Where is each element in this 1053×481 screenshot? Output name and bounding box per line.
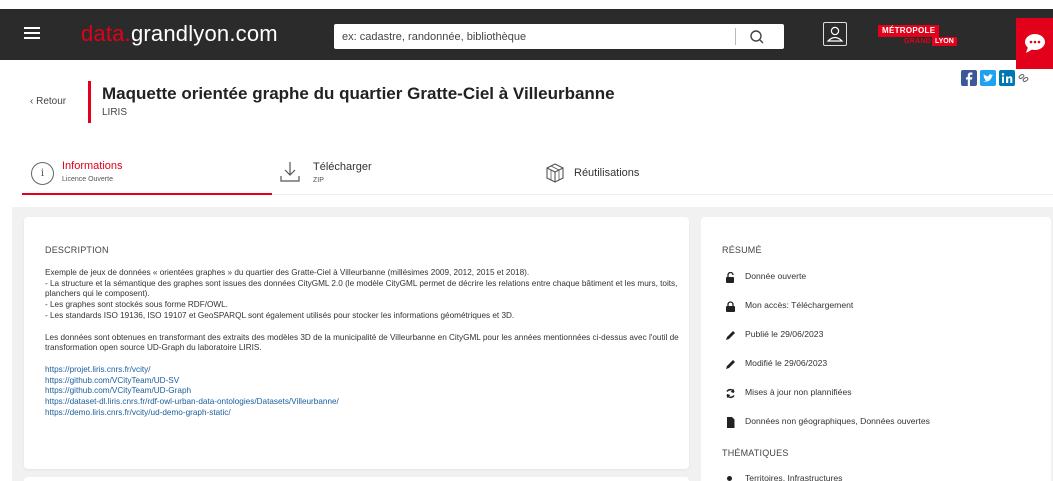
download-icon [280, 162, 300, 182]
chat-icon[interactable] [1016, 18, 1053, 69]
user-icon[interactable] [823, 22, 847, 46]
share-buttons [961, 70, 1030, 86]
logo-text: grandlyon.com [130, 21, 278, 46]
description-link[interactable]: https://dataset-dl.liris.cnrs.fr/rdf-owl… [45, 397, 685, 408]
description-link[interactable]: https://demo.liris.cnrs.fr/vcity/ud-demo… [45, 408, 685, 419]
description-paragraph: Les données sont obtenues en transforman… [45, 332, 679, 353]
description-paragraph: - Les graphes sont stockés sous forme RD… [45, 300, 228, 310]
tab-bar: i Informations Licence Ouverte Télécharg… [22, 152, 1053, 195]
tab-reutilisations[interactable]: Réutilisations [542, 152, 742, 195]
search-bar [334, 24, 784, 49]
producer-name: LIRIS [102, 107, 128, 118]
refresh-icon [726, 388, 735, 399]
summary-item: Modifié le 29/06/2023 [722, 358, 1042, 387]
back-link[interactable]: ‹ Retour [30, 96, 66, 107]
pencil-icon [726, 360, 735, 369]
summary-list: Donnée ouverte Mon accès: Téléchargement… [722, 271, 1042, 445]
description-link[interactable]: https://github.com/VCityTeam/UD-SV [45, 376, 685, 387]
menu-icon[interactable] [24, 27, 40, 41]
twitter-icon[interactable] [980, 70, 996, 86]
description-paragraph: Exemple de jeux de données « orientées g… [45, 268, 530, 277]
top-navbar: data.grandlyon.com MÉTROPOLE GRAND LYON [0, 9, 1053, 69]
back-label: Retour [36, 96, 67, 107]
tab-sublabel: Licence Ouverte [62, 176, 113, 183]
search-divider [735, 28, 736, 45]
tab-telecharger[interactable]: Télécharger ZIP [277, 152, 477, 195]
site-logo[interactable]: data.grandlyon.com [81, 21, 278, 47]
info-icon: i [31, 162, 54, 185]
summary-item-text: Mises à jour non plannifiées [745, 387, 852, 397]
tab-informations[interactable]: i Informations Licence Ouverte [22, 152, 272, 195]
content-area: DESCRIPTION Exemple de jeux de données «… [12, 207, 1053, 481]
tab-label: Réutilisations [574, 167, 640, 179]
cube-icon [546, 163, 564, 183]
summary-heading: RÉSUMÉ [722, 245, 762, 255]
description-heading: DESCRIPTION [45, 245, 109, 255]
file-icon [727, 417, 735, 428]
description-link[interactable]: https://projet.liris.cnrs.fr/vcity/ [45, 365, 685, 376]
summary-item: Donnée ouverte [722, 271, 1042, 300]
linkedin-icon[interactable] [999, 70, 1015, 86]
description-link[interactable]: https://github.com/VCityTeam/UD-Graph [45, 386, 685, 397]
tab-label: Télécharger [313, 161, 372, 173]
metro-line2: GRAND [904, 38, 932, 45]
metropole-logo[interactable]: MÉTROPOLE GRAND LYON [878, 25, 958, 55]
page-title: Maquette orientée graphe du quartier Gra… [102, 84, 615, 103]
description-card: DESCRIPTION Exemple de jeux de données «… [24, 217, 689, 469]
description-body: Exemple de jeux de données « orientées g… [45, 268, 685, 418]
summary-item: Données non géographiques, Données ouver… [722, 416, 1042, 445]
unlock-icon [726, 272, 734, 283]
title-accent-bar [88, 81, 91, 123]
metro-line1: MÉTROPOLE [878, 25, 940, 37]
theme-label: Territoires, Infrastructures [745, 473, 843, 481]
summary-item: Mon accès: Téléchargement [722, 300, 1042, 329]
lock-icon [726, 301, 735, 312]
summary-card: RÉSUMÉ Donnée ouverte Mon accès: Télécha… [701, 217, 1051, 481]
tab-label: Informations [62, 160, 123, 172]
themes-heading: THÉMATIQUES [722, 448, 789, 458]
metro-line3: LYON [932, 37, 957, 46]
summary-item-text: Données non géographiques, Données ouver… [745, 416, 930, 426]
link-icon[interactable] [1018, 70, 1030, 86]
pencil-icon [726, 331, 735, 340]
summary-item: Mises à jour non plannifiées [722, 387, 1042, 416]
facebook-icon[interactable] [961, 70, 977, 86]
summary-item-text: Mon accès: Téléchargement [745, 300, 854, 310]
secondary-card [24, 477, 689, 481]
bullet-icon [727, 476, 732, 481]
search-icon[interactable] [746, 27, 768, 47]
summary-item-text: Publié le 29/06/2023 [745, 329, 824, 339]
summary-item-text: Donnée ouverte [745, 271, 807, 281]
description-paragraph: - Les standards ISO 19136, ISO 19107 et … [45, 310, 515, 320]
logo-accent: data. [81, 21, 131, 46]
description-paragraph: - La structure et la sémantique des grap… [45, 278, 678, 299]
search-input[interactable] [342, 28, 732, 45]
summary-item: Publié le 29/06/2023 [722, 329, 1042, 358]
tab-sublabel: ZIP [313, 177, 324, 184]
summary-item-text: Modifié le 29/06/2023 [745, 358, 828, 368]
